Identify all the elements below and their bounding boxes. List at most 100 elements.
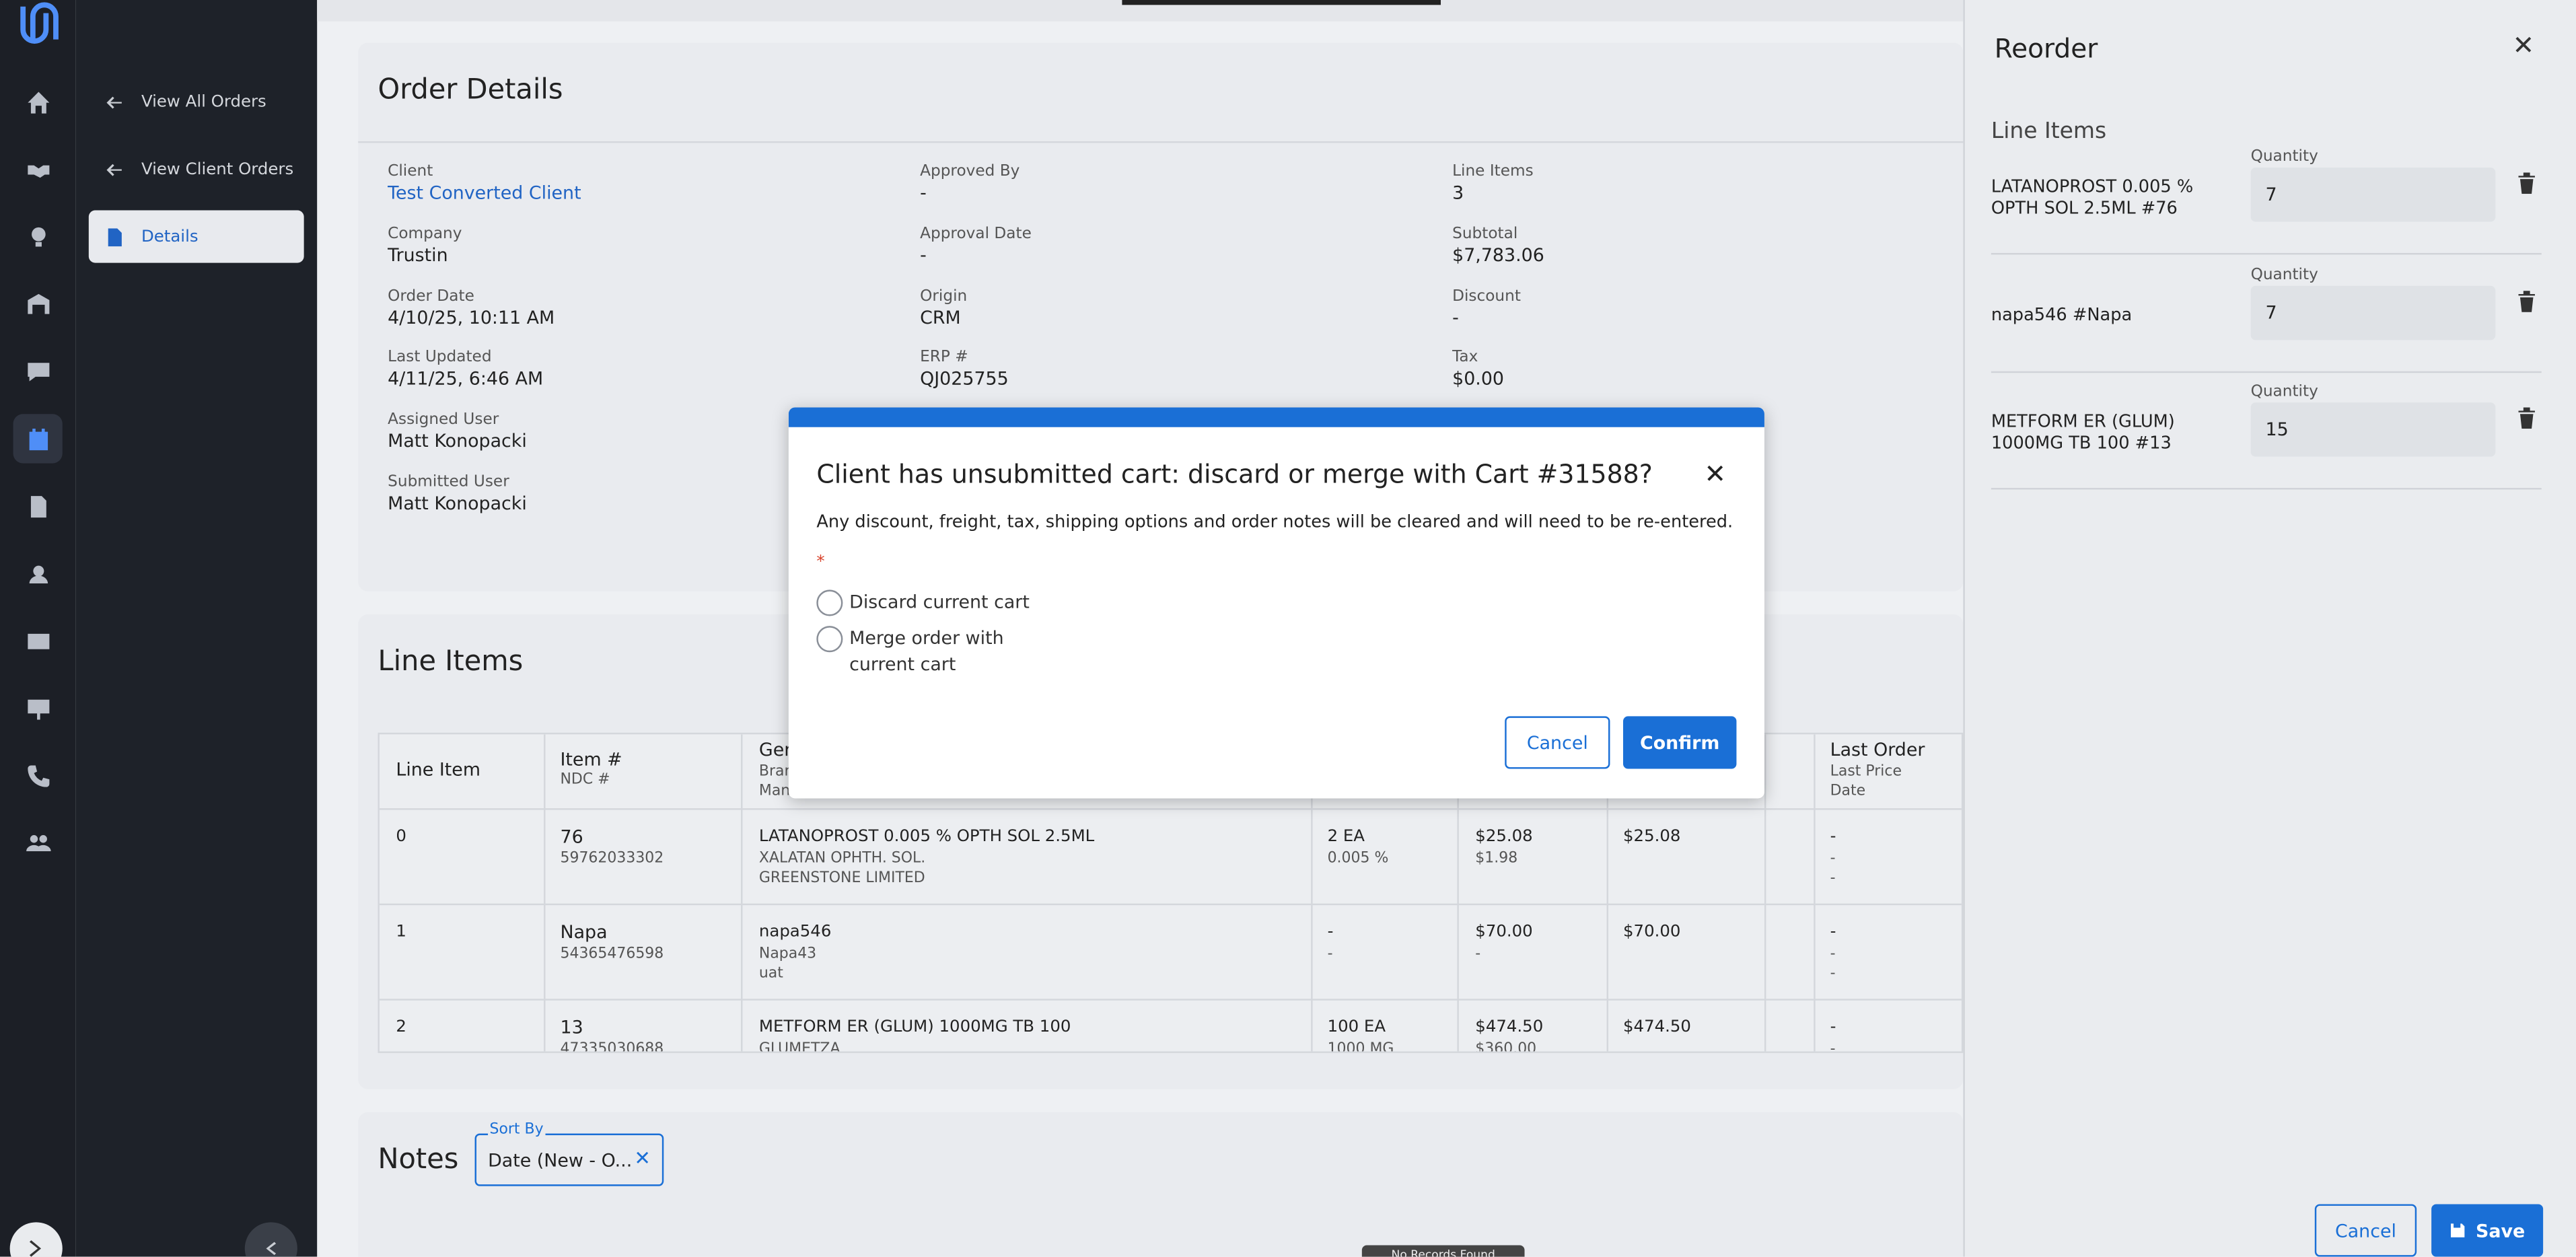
row-total: $25.08: [1623, 828, 1681, 847]
approval-date-value: -: [920, 244, 927, 266]
presentation-icon[interactable]: [13, 684, 63, 733]
line-items-value: 3: [1452, 182, 1464, 204]
reorder-title: Reorder: [1994, 32, 2098, 65]
calendar-check-icon[interactable]: [13, 414, 63, 464]
row-price: $25.08: [1475, 828, 1533, 847]
item-link[interactable]: 13: [560, 1017, 583, 1038]
row-strength: -: [1327, 946, 1333, 963]
divider: [1991, 371, 2542, 373]
document-icon[interactable]: [13, 481, 63, 530]
close-icon[interactable]: ✕: [1701, 459, 1730, 490]
row-mfr: GREENSTONE LIMITED: [758, 870, 925, 888]
trash-icon[interactable]: [2517, 169, 2536, 194]
row-ndc: 54365476598: [560, 946, 664, 963]
close-icon[interactable]: ✕: [2509, 30, 2538, 61]
tax-label: Tax: [1452, 348, 1478, 367]
confirm-button[interactable]: Confirm: [1623, 716, 1737, 769]
row-line: 2: [396, 1018, 406, 1037]
divider: [1991, 488, 2542, 490]
header-last-order: Last Order: [1830, 739, 1925, 761]
merge-cart-dialog: Client has unsubmitted cart: discard or …: [788, 407, 1764, 799]
clear-sort-icon[interactable]: ✕: [634, 1147, 651, 1170]
home-icon[interactable]: [13, 77, 63, 127]
row-mfr: uat: [758, 966, 783, 982]
row-qty: 2 EA: [1327, 828, 1365, 847]
user-badge-icon[interactable]: [13, 548, 63, 598]
header-manufacturer: Man: [758, 783, 791, 800]
users-icon[interactable]: [13, 818, 63, 867]
phone-icon[interactable]: [13, 751, 63, 800]
quantity-input[interactable]: 7: [2250, 168, 2496, 222]
discard-option-label[interactable]: Discard current cart: [849, 591, 1030, 613]
row-brand: XALATAN OPHTH. SOL.: [758, 851, 926, 868]
merge-option-label-1[interactable]: Merge order with: [849, 628, 1003, 649]
row-price: $474.50: [1475, 1018, 1544, 1037]
warehouse-icon[interactable]: [13, 279, 63, 328]
dialog-message: Any discount, freight, tax, shipping opt…: [816, 512, 1733, 532]
reorder-panel: Reorder ✕ Line Items Quantity LATANOPROS…: [1963, 0, 2576, 1257]
client-link[interactable]: Test Converted Client: [388, 182, 581, 204]
row-strength: 0.005 %: [1327, 851, 1389, 868]
row-qty: 100 EA: [1327, 1018, 1386, 1037]
row-price: $70.00: [1475, 923, 1533, 941]
row-ndc: 59762033302: [560, 851, 664, 868]
item-link[interactable]: 76: [560, 827, 583, 847]
nav-view-all-orders[interactable]: View All Orders: [89, 75, 304, 128]
trash-icon[interactable]: [2517, 404, 2536, 429]
discard-radio[interactable]: [816, 589, 843, 616]
arrow-left-icon: [106, 96, 122, 108]
reorder-item-name: LATANOPROST 0.005 % OPTH SOL 2.5ML #76: [1991, 177, 2194, 219]
id-card-icon[interactable]: [13, 616, 63, 665]
save-button[interactable]: Save: [2431, 1204, 2544, 1257]
page-title: Order Details: [378, 73, 563, 107]
reorder-cancel-button[interactable]: Cancel: [2314, 1204, 2417, 1257]
submitted-user-label: Submitted User: [388, 473, 509, 491]
row-qty: -: [1327, 923, 1334, 941]
row-last-order: -: [1830, 923, 1836, 941]
origin-value: CRM: [920, 307, 961, 329]
dialog-header-bar: [788, 407, 1764, 427]
app-logo[interactable]: [10, 0, 66, 49]
row-last-price: -: [1830, 1041, 1836, 1053]
divider: [1991, 252, 2542, 255]
header-ndc: NDC #: [560, 772, 610, 789]
line-items-title: Line Items: [378, 645, 524, 679]
order-date-label: Order Date: [388, 287, 474, 306]
handshake-icon[interactable]: [13, 145, 63, 194]
merge-radio[interactable]: [816, 626, 843, 653]
row-price-unit: $360.00: [1475, 1041, 1537, 1053]
row-price-unit: -: [1475, 946, 1481, 963]
nav-label: View All Orders: [141, 92, 266, 111]
row-line: 1: [396, 923, 406, 941]
expand-rail-button[interactable]: [9, 1222, 63, 1257]
trash-icon[interactable]: [2517, 287, 2536, 312]
discount-value: -: [1452, 307, 1459, 329]
notes-title: Notes: [378, 1143, 459, 1176]
quantity-input[interactable]: 15: [2250, 402, 2496, 457]
quantity-label: Quantity: [2250, 382, 2318, 401]
row-last-order: -: [1830, 1018, 1836, 1037]
row-total: $474.50: [1623, 1018, 1691, 1037]
merge-option-label-2[interactable]: current cart: [849, 654, 956, 676]
quantity-input[interactable]: 7: [2250, 285, 2496, 340]
chevron-right-icon: [29, 1240, 42, 1257]
last-updated-label: Last Updated: [388, 348, 492, 367]
sort-by-select[interactable]: Sort By Date (New - O... ✕: [474, 1122, 664, 1186]
item-link[interactable]: Napa: [560, 923, 607, 943]
quantity-label: Quantity: [2250, 147, 2318, 166]
nav-view-client-orders[interactable]: View Client Orders: [89, 143, 304, 195]
company-value: Trustin: [388, 244, 448, 266]
row-last-price: -: [1830, 946, 1836, 963]
company-label: Company: [388, 225, 462, 244]
save-icon: [2451, 1223, 2465, 1237]
row-brand: GLUMETZA: [758, 1041, 840, 1053]
cancel-button[interactable]: Cancel: [1505, 716, 1610, 769]
sort-by-value: Date (New - O...: [488, 1149, 633, 1172]
reorder-item-name: METFORM ER (GLUM) 1000MG TB 100 #13: [1991, 412, 2175, 454]
message-alert-icon[interactable]: [13, 347, 63, 396]
collapse-sidebar-button[interactable]: [244, 1222, 297, 1257]
row-last-date: -: [1830, 966, 1836, 982]
lightbulb-icon[interactable]: [13, 212, 63, 261]
nav-details[interactable]: Details: [88, 210, 304, 263]
required-mark: *: [816, 553, 825, 572]
